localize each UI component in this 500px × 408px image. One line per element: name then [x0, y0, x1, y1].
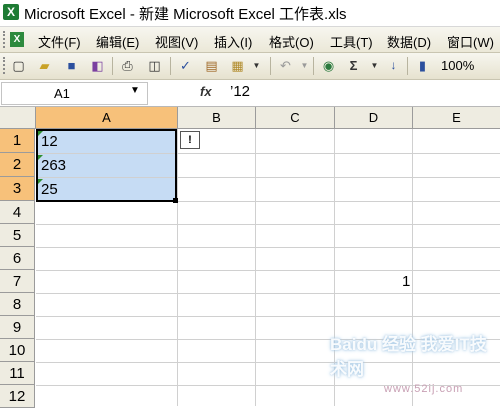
undo-dropdown-icon[interactable]: ▼ — [296, 57, 313, 74]
row-header-11[interactable]: 11 — [0, 362, 35, 385]
fill-handle[interactable] — [173, 198, 178, 203]
worksheet-grid[interactable]: A B C D E 1 2 3 4 5 6 7 8 9 10 11 12 12 … — [0, 107, 500, 408]
window-title: Microsoft Excel - 新建 Microsoft Excel 工作表… — [24, 6, 347, 23]
grid-line — [36, 247, 500, 248]
print-preview-icon[interactable]: ◫ — [146, 57, 163, 74]
watermark-url: www.52ij.com — [384, 383, 464, 395]
row-header-7[interactable]: 7 — [0, 270, 35, 293]
insert-function-icon[interactable]: fx — [200, 84, 212, 99]
row-header-12[interactable]: 12 — [0, 385, 35, 408]
grid-line — [177, 129, 178, 406]
formula-bar: A1 ▼ fx ’12 — [0, 80, 500, 107]
grid-line — [36, 270, 500, 271]
open-folder-icon[interactable]: ▰ — [36, 57, 53, 74]
row-header-5[interactable]: 5 — [0, 224, 35, 247]
paste-dropdown-icon[interactable]: ▼ — [248, 57, 265, 74]
row-header-3[interactable]: 3 — [0, 177, 35, 201]
sort-ascending-icon[interactable]: ↓ — [385, 57, 402, 74]
column-header-b[interactable]: B — [178, 107, 256, 129]
grid-line — [36, 224, 500, 225]
column-header-e[interactable]: E — [413, 107, 500, 129]
row-header-1[interactable]: 1 — [0, 129, 35, 153]
autosum-dropdown-icon[interactable]: ▼ — [366, 57, 383, 74]
grid-line — [255, 129, 256, 406]
toolbar-separator — [170, 57, 171, 75]
print-icon[interactable]: ⎙ — [119, 57, 136, 74]
hyperlink-icon[interactable]: ◉ — [320, 57, 337, 74]
grid-line — [36, 293, 500, 294]
title-bar: X Microsoft Excel - 新建 Microsoft Excel 工… — [0, 0, 500, 27]
selection-border — [36, 129, 177, 202]
document-icon[interactable]: X — [10, 32, 24, 47]
row-header-8[interactable]: 8 — [0, 293, 35, 316]
toolbar-separator — [313, 57, 314, 75]
column-header-d[interactable]: D — [335, 107, 413, 129]
menu-edit[interactable]: 编辑(E) — [96, 32, 139, 51]
name-box-value: A1 — [54, 86, 70, 101]
toolbar-grip-handle[interactable] — [3, 57, 8, 74]
new-document-icon[interactable]: ▢ — [10, 57, 27, 74]
chart-wizard-icon[interactable]: ▮ — [414, 57, 431, 74]
spelling-icon[interactable]: ✓ — [177, 57, 194, 74]
name-box[interactable]: A1 ▼ — [1, 82, 148, 105]
toolbar-separator — [112, 57, 113, 75]
zoom-box[interactable]: 100% — [441, 58, 474, 73]
column-header-c[interactable]: C — [256, 107, 335, 129]
name-box-dropdown-icon[interactable]: ▼ — [130, 85, 140, 96]
research-icon[interactable]: ▤ — [203, 57, 220, 74]
menu-tools[interactable]: 工具(T) — [330, 32, 373, 51]
save-icon[interactable]: ■ — [63, 57, 80, 74]
standard-toolbar: ▢ ▰ ■ ◧ ⎙ ◫ ✓ ▤ ▦ ▼ ↶ ▼ ◉ Σ ▼ ↓ ▮ 100% — [0, 53, 500, 80]
toolbar-separator — [407, 57, 408, 75]
menu-format[interactable]: 格式(O) — [269, 32, 314, 51]
formula-input[interactable]: ’12 — [230, 83, 250, 100]
select-all-corner[interactable] — [0, 107, 36, 129]
row-header-9[interactable]: 9 — [0, 316, 35, 339]
row-header-6[interactable]: 6 — [0, 247, 35, 270]
undo-icon[interactable]: ↶ — [277, 57, 294, 74]
error-smart-tag-icon[interactable]: ! — [180, 131, 200, 149]
permission-icon[interactable]: ◧ — [89, 57, 106, 74]
menu-bar: X 文件(F) 编辑(E) 视图(V) 插入(I) 格式(O) 工具(T) 数据… — [0, 27, 500, 53]
menu-insert[interactable]: 插入(I) — [214, 32, 252, 51]
menu-data[interactable]: 数据(D) — [387, 32, 431, 51]
row-header-10[interactable]: 10 — [0, 339, 35, 362]
menu-window[interactable]: 窗口(W) — [447, 32, 494, 51]
row-header-4[interactable]: 4 — [0, 201, 35, 224]
menu-view[interactable]: 视图(V) — [155, 32, 198, 51]
menu-file[interactable]: 文件(F) — [38, 32, 81, 51]
excel-app-icon[interactable]: X — [3, 4, 19, 20]
toolbar-separator — [270, 57, 271, 75]
autosum-icon[interactable]: Σ — [345, 57, 362, 74]
grid-line — [36, 316, 500, 317]
row-header-2[interactable]: 2 — [0, 153, 35, 177]
watermark-text: Baidu 经验 我爱IT技术网 — [330, 335, 487, 379]
menu-grip-handle[interactable] — [3, 31, 8, 48]
column-header-a[interactable]: A — [36, 107, 178, 129]
paste-icon[interactable]: ▦ — [229, 57, 246, 74]
cell-d7[interactable]: 1 — [402, 273, 410, 290]
